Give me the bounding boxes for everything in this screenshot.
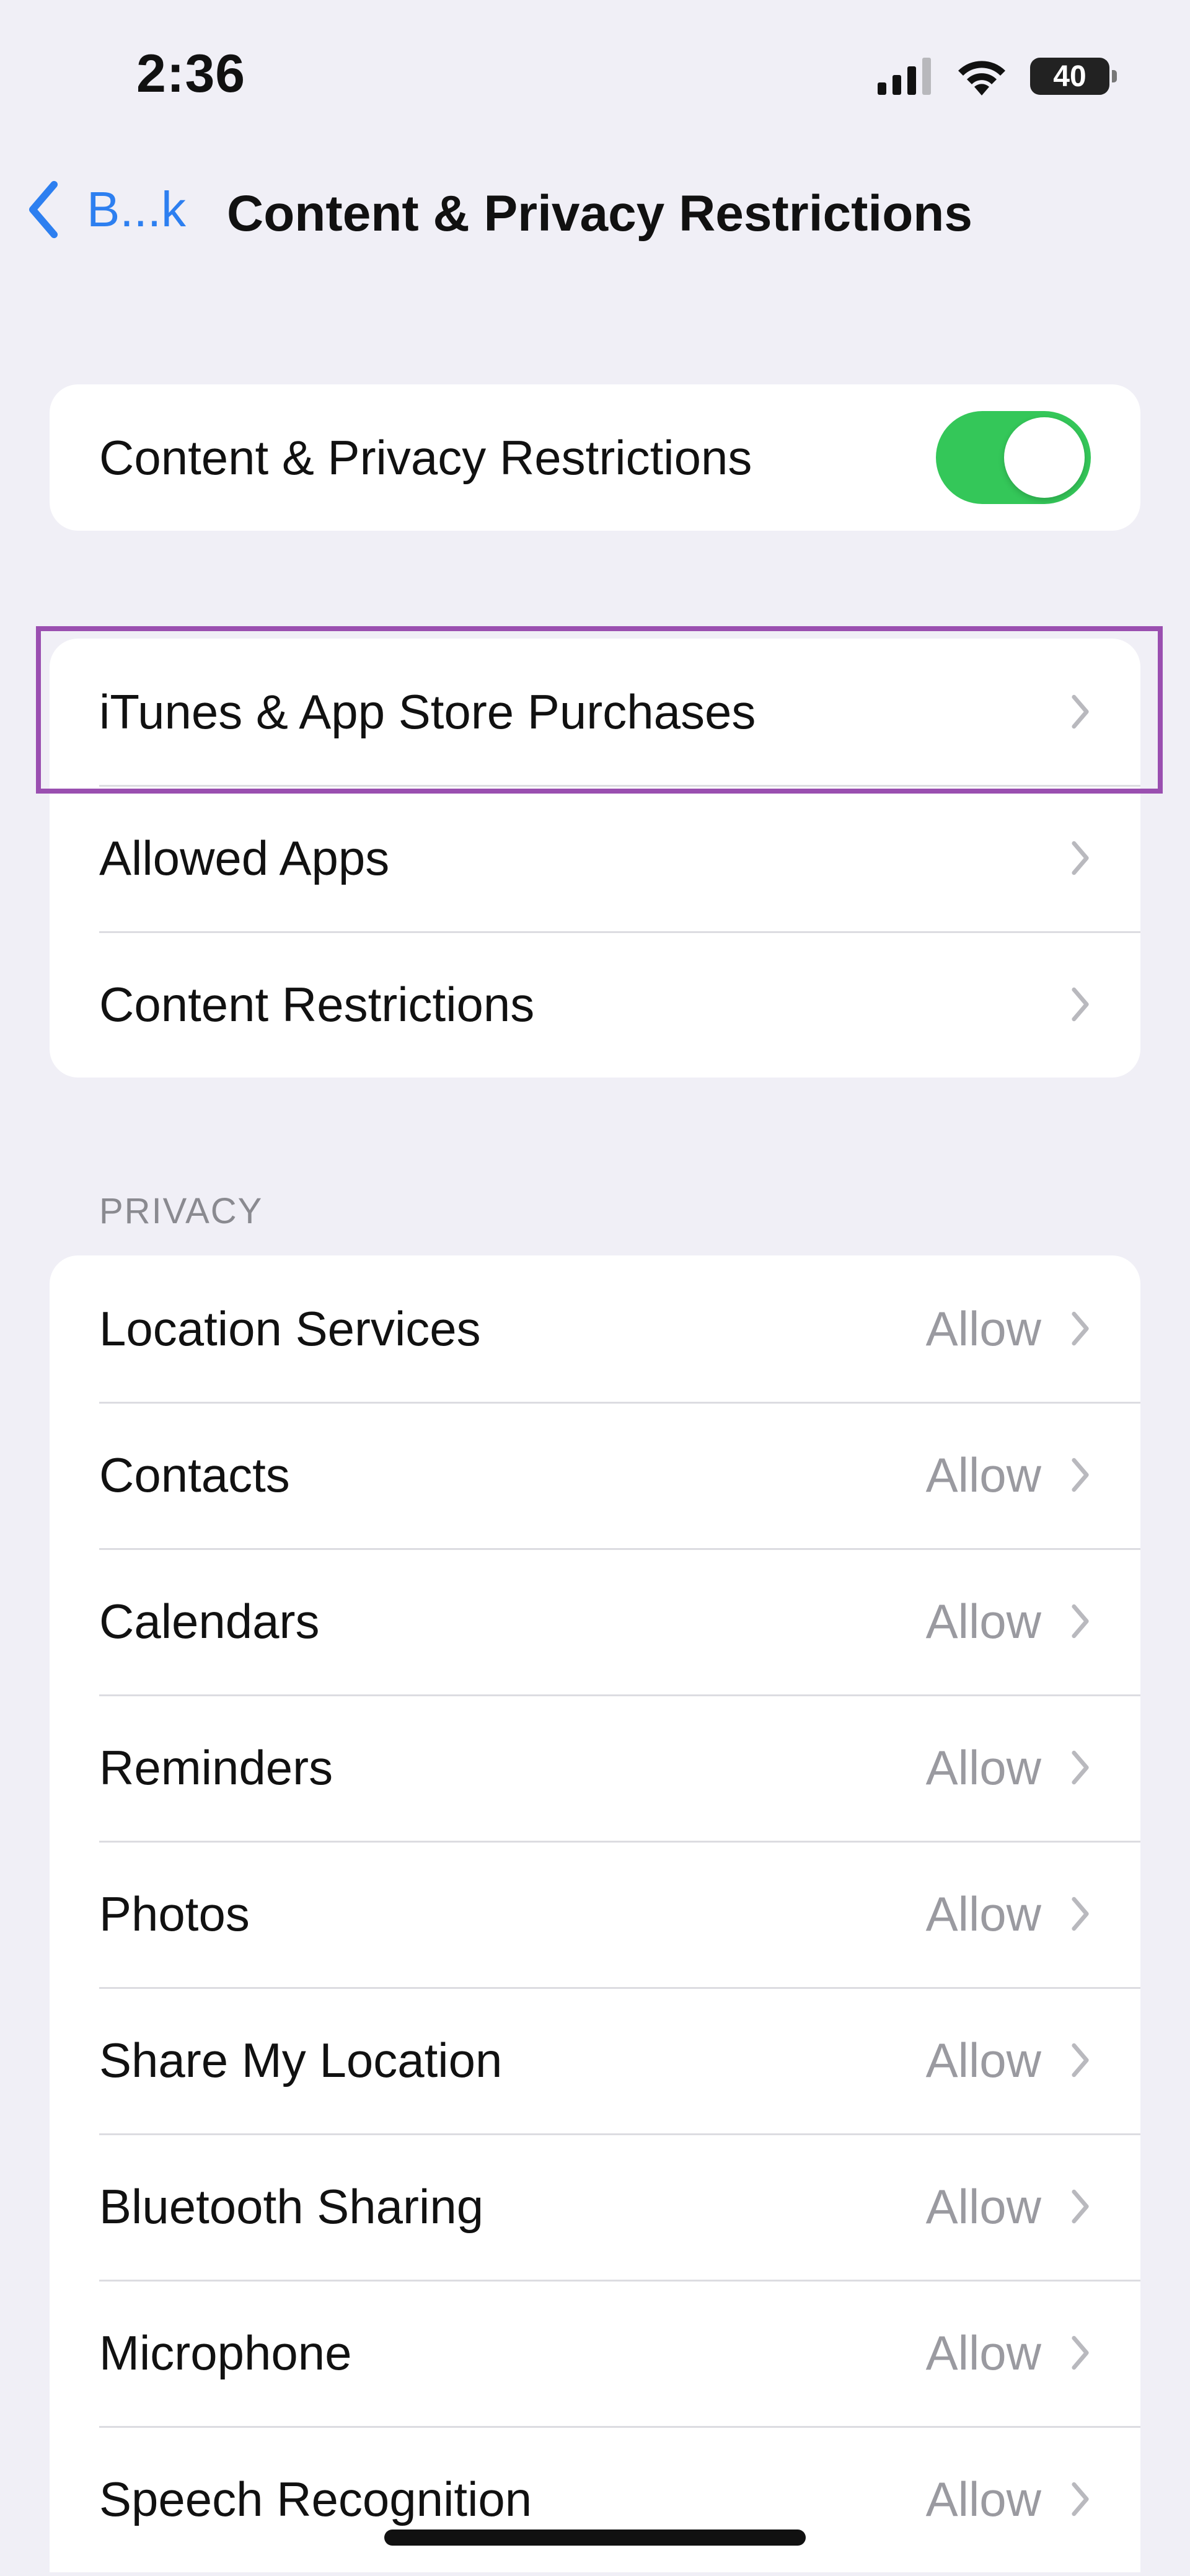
row-label: Location Services bbox=[99, 1301, 481, 1356]
privacy-row-contacts[interactable]: Contacts Allow bbox=[50, 1402, 1140, 1548]
privacy-row-calendars[interactable]: Calendars Allow bbox=[50, 1548, 1140, 1694]
chevron-right-icon bbox=[1072, 2043, 1089, 2078]
row-label: Speech Recognition bbox=[99, 2471, 532, 2526]
row-label: Contacts bbox=[99, 1447, 290, 1502]
row-value: Allow bbox=[925, 1447, 1041, 1502]
section-header-privacy: PRIVACY bbox=[99, 1191, 263, 1231]
privacy-row-bluetooth-sharing[interactable]: Bluetooth Sharing Allow bbox=[50, 2133, 1140, 2280]
master-toggle-label: Content & Privacy Restrictions bbox=[99, 430, 752, 485]
page-title: Content & Privacy Restrictions bbox=[227, 185, 972, 242]
toggle-knob bbox=[1004, 417, 1085, 498]
chevron-right-icon bbox=[1072, 2189, 1089, 2224]
row-label: Calendars bbox=[99, 1593, 320, 1649]
row-value: Allow bbox=[925, 1301, 1041, 1356]
allowed-apps-row[interactable]: Allowed Apps bbox=[50, 785, 1140, 931]
privacy-row-speech-recognition[interactable]: Speech Recognition Allow bbox=[50, 2426, 1140, 2572]
chevron-right-icon bbox=[1072, 841, 1089, 875]
row-value: Allow bbox=[925, 1886, 1041, 1941]
row-label: Allowed Apps bbox=[99, 830, 390, 885]
status-bar: 2:36 40 bbox=[0, 0, 1190, 143]
battery-icon: 40 bbox=[1030, 58, 1117, 95]
back-label: B...k bbox=[87, 182, 187, 237]
itunes-app-store-purchases-row[interactable]: iTunes & App Store Purchases bbox=[50, 639, 1140, 785]
row-label: Content Restrictions bbox=[99, 976, 535, 1032]
status-icons: 40 bbox=[878, 57, 1117, 95]
chevron-right-icon bbox=[1072, 987, 1089, 1022]
wifi-icon bbox=[958, 61, 1005, 95]
chevron-left-icon bbox=[29, 180, 58, 239]
chevron-right-icon bbox=[1072, 1750, 1089, 1785]
status-time: 2:36 bbox=[136, 44, 246, 104]
chevron-right-icon bbox=[1072, 1604, 1089, 1639]
battery-level: 40 bbox=[1053, 60, 1086, 93]
privacy-row-location-services[interactable]: Location Services Allow bbox=[50, 1255, 1140, 1402]
row-label: Share My Location bbox=[99, 2032, 503, 2087]
chevron-right-icon bbox=[1072, 1311, 1089, 1346]
signal-icon bbox=[878, 58, 931, 95]
navigation-bar: B...k Content & Privacy Restrictions bbox=[0, 155, 1190, 273]
row-label: iTunes & App Store Purchases bbox=[99, 684, 756, 739]
row-value: Allow bbox=[925, 1740, 1041, 1795]
row-label: Microphone bbox=[99, 2325, 352, 2380]
chevron-right-icon bbox=[1072, 2335, 1089, 2370]
row-value: Allow bbox=[925, 2325, 1041, 2380]
content-restrictions-row[interactable]: Content Restrictions bbox=[50, 931, 1140, 1078]
privacy-card: Location Services Allow Contacts Allow C… bbox=[50, 1255, 1140, 2572]
privacy-row-photos[interactable]: Photos Allow bbox=[50, 1841, 1140, 1987]
chevron-right-icon bbox=[1072, 694, 1089, 729]
home-indicator[interactable] bbox=[384, 2530, 806, 2546]
privacy-row-share-my-location[interactable]: Share My Location Allow bbox=[50, 1987, 1140, 2133]
restrictions-toggle[interactable] bbox=[936, 411, 1091, 504]
master-toggle-card: Content & Privacy Restrictions bbox=[50, 384, 1140, 531]
privacy-row-microphone[interactable]: Microphone Allow bbox=[50, 2280, 1140, 2426]
row-label: Photos bbox=[99, 1886, 250, 1941]
back-button[interactable]: B...k bbox=[25, 180, 186, 239]
row-value: Allow bbox=[925, 2471, 1041, 2526]
store-settings-card: iTunes & App Store Purchases Allowed App… bbox=[50, 639, 1140, 1078]
privacy-row-reminders[interactable]: Reminders Allow bbox=[50, 1694, 1140, 1841]
row-value: Allow bbox=[925, 2179, 1041, 2234]
row-label: Bluetooth Sharing bbox=[99, 2179, 484, 2234]
row-value: Allow bbox=[925, 2032, 1041, 2087]
row-value: Allow bbox=[925, 1593, 1041, 1649]
chevron-right-icon bbox=[1072, 1897, 1089, 1931]
row-label: Reminders bbox=[99, 1740, 333, 1795]
master-toggle-row: Content & Privacy Restrictions bbox=[50, 384, 1140, 531]
chevron-right-icon bbox=[1072, 2482, 1089, 2516]
chevron-right-icon bbox=[1072, 1458, 1089, 1492]
